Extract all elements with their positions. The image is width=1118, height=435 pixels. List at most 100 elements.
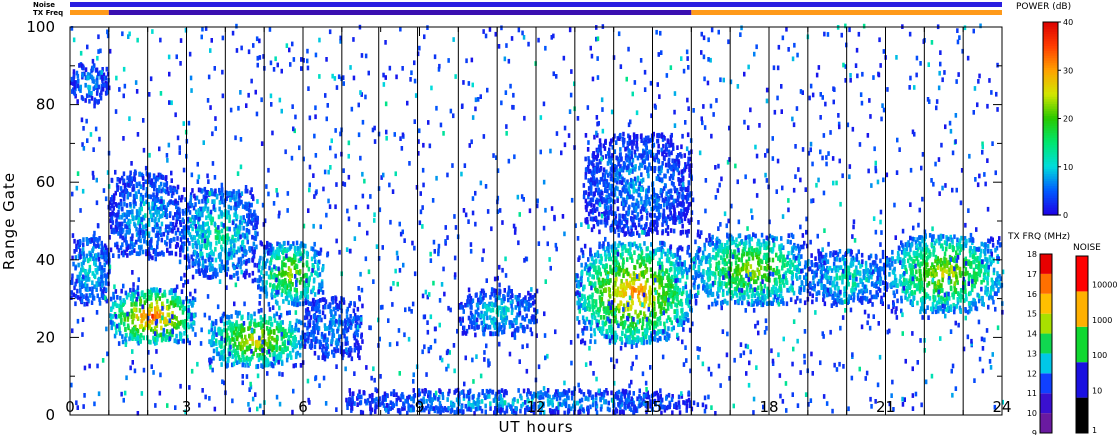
- echo-cell: [303, 282, 307, 288]
- echo-cell: [316, 330, 320, 335]
- echo-cell: [254, 347, 257, 353]
- echo-cell: [99, 95, 103, 101]
- echo-cell: [130, 236, 134, 242]
- echo-cell: [616, 286, 620, 292]
- echo-cell: [642, 261, 646, 266]
- echo-cell: [330, 309, 333, 315]
- echo-cell: [253, 311, 256, 317]
- echo-cell: [628, 160, 632, 166]
- echo-cell: [183, 272, 186, 278]
- echo-cell: [84, 98, 87, 103]
- echo-cell: [468, 324, 471, 330]
- echo-cell: [498, 289, 502, 294]
- echo-cell: [220, 350, 223, 356]
- echo-cell: [225, 320, 229, 326]
- echo-cell: [511, 323, 514, 328]
- echo-cell: [230, 314, 233, 319]
- echo-cell: [209, 341, 213, 346]
- echo-cell: [295, 343, 298, 348]
- echo-cell: [87, 258, 90, 264]
- echo-cell: [80, 95, 84, 100]
- echo-cell: [584, 167, 588, 173]
- echo-cell: [621, 331, 624, 336]
- echo-cell: [284, 289, 287, 295]
- echo-cell: [307, 311, 310, 317]
- echo-cell: [637, 285, 640, 291]
- echo-cell: [488, 306, 491, 312]
- echo-cell: [230, 255, 233, 260]
- echo-cell: [212, 355, 215, 361]
- echo-cell: [293, 297, 296, 303]
- echo-cell: [626, 328, 630, 333]
- echo-cell: [321, 290, 325, 295]
- echo-cell: [622, 139, 625, 145]
- echo-cell: [619, 284, 623, 290]
- echo-cell: [308, 322, 312, 328]
- echo-cell: [626, 257, 629, 262]
- echo-cell: [625, 153, 628, 158]
- echo-cell: [597, 187, 600, 193]
- echo-cell: [278, 346, 282, 351]
- echo-cell: [222, 239, 225, 244]
- echo-cell: [166, 248, 169, 253]
- echo-cell: [594, 265, 597, 271]
- echo-cell: [642, 140, 646, 146]
- echo-cell: [165, 181, 169, 186]
- echo-cell: [688, 293, 691, 299]
- echo-cell: [607, 286, 611, 292]
- echo-cell: [306, 294, 310, 300]
- echo-cell: [593, 134, 596, 140]
- echo-cell: [606, 205, 610, 210]
- echo-cell: [218, 200, 222, 205]
- echo-cell: [115, 303, 119, 308]
- echo-cell: [312, 246, 315, 252]
- echo-cell: [149, 209, 152, 215]
- echo-cell: [687, 180, 691, 186]
- echo-cell: [587, 159, 591, 165]
- echo-cell: [151, 217, 154, 223]
- echo-cell: [584, 174, 587, 180]
- echo-cell: [583, 266, 587, 272]
- echo-cell: [525, 313, 528, 319]
- echo-cell: [215, 235, 219, 241]
- echo-cell: [606, 279, 610, 285]
- echo-cell: [474, 332, 477, 338]
- echo-cell: [132, 313, 136, 318]
- echo-cell: [173, 322, 177, 327]
- echo-cell: [672, 198, 676, 204]
- echo-cell: [295, 269, 298, 275]
- echo-cell: [671, 297, 675, 302]
- echo-cell: [583, 301, 586, 307]
- echo-cell: [669, 142, 673, 148]
- echo-cell: [73, 80, 76, 85]
- echo-cell: [274, 249, 278, 255]
- echo-cell: [530, 331, 534, 337]
- echo-cell: [312, 337, 315, 342]
- echo-cell: [618, 271, 621, 277]
- echo-cell: [319, 298, 322, 303]
- echo-cell: [299, 363, 303, 368]
- echo-cell: [309, 315, 313, 320]
- echo-cell: [124, 336, 127, 342]
- echo-cell: [599, 260, 603, 266]
- echo-cell: [481, 288, 485, 294]
- echo-cell: [635, 338, 639, 344]
- echo-cell: [151, 320, 154, 325]
- echo-cell: [254, 230, 257, 236]
- echo-cell: [235, 195, 238, 200]
- echo-cell: [673, 290, 677, 296]
- echo-cell: [142, 315, 146, 321]
- echo-cell: [197, 199, 201, 205]
- echo-cell: [616, 206, 620, 212]
- echo-cell: [630, 304, 633, 310]
- echo-cell: [231, 354, 234, 359]
- echo-cell: [639, 134, 643, 139]
- echo-cell: [329, 324, 333, 330]
- echo-cell: [580, 293, 584, 299]
- echo-cell: [673, 309, 676, 315]
- echo-cell: [596, 307, 600, 312]
- echo-cell: [236, 345, 239, 350]
- echo-cell: [682, 327, 685, 332]
- echo-cell: [228, 340, 231, 346]
- echo-cell: [282, 349, 285, 355]
